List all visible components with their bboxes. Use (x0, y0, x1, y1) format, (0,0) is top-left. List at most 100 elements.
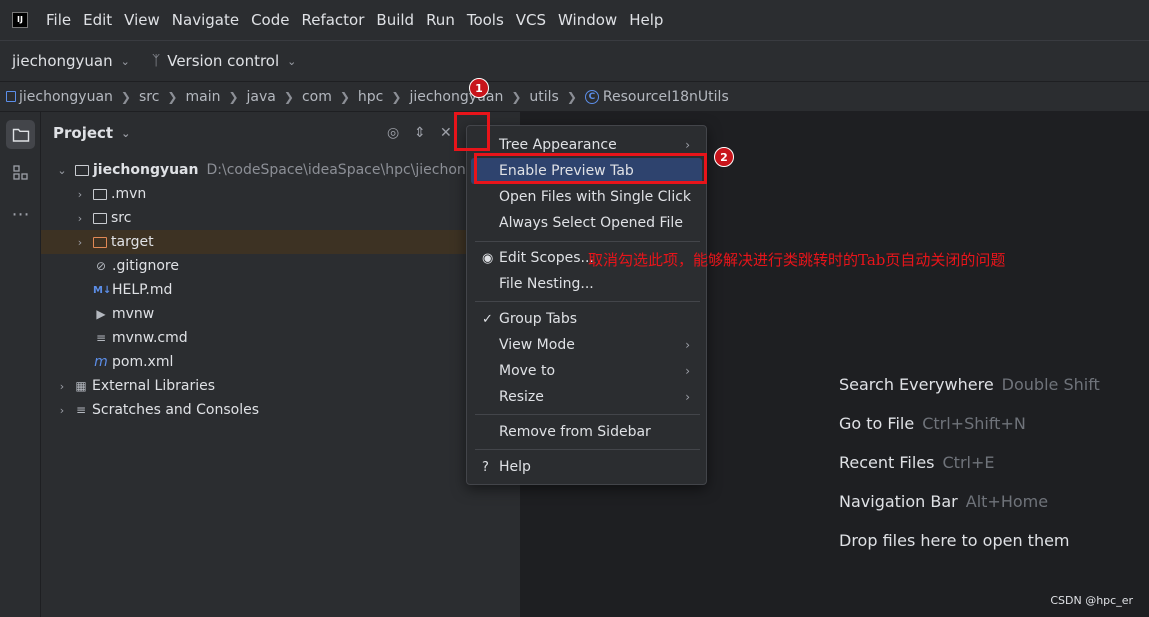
chevron-right-icon[interactable]: › (73, 236, 87, 249)
menu-item-label: View Mode (499, 337, 575, 353)
structure-tool-button[interactable] (6, 158, 35, 187)
menu-item-always-select[interactable]: Always Select Opened File (471, 210, 702, 236)
menu-code[interactable]: Code (251, 11, 289, 29)
tree-row-mvnw-cmd[interactable]: ≡ mvnw.cmd (41, 326, 521, 350)
version-control-label: Version control (167, 52, 280, 70)
branch-icon: ᛉ (151, 53, 161, 69)
menu-item-move-to[interactable]: Move to › (471, 358, 702, 384)
tree-item-label: HELP.md (112, 282, 173, 298)
breadcrumb-item[interactable]: hpc (358, 89, 383, 105)
menu-file[interactable]: File (46, 11, 71, 29)
breadcrumb-item[interactable]: jiechongyuan (409, 89, 503, 105)
project-panel-title-label: Project (53, 124, 114, 142)
menu-run[interactable]: Run (426, 11, 455, 29)
project-selector[interactable]: jiechongyuan ⌄ (12, 52, 130, 70)
watermark: CSDN @hpc_er (1050, 594, 1133, 607)
menu-item-file-nesting[interactable]: File Nesting... (471, 271, 702, 297)
menu-navigate[interactable]: Navigate (172, 11, 239, 29)
maven-icon: m (94, 354, 108, 370)
chevron-down-icon: ⌄ (121, 126, 131, 140)
menu-window[interactable]: Window (558, 11, 617, 29)
hint-navigation-bar: Navigation Bar Alt+Home (839, 492, 1048, 511)
breadcrumb-current-file[interactable]: ResourceI18nUtils (603, 89, 729, 105)
tool-window-strip: ⋯ (0, 112, 41, 617)
step-badge-1: 1 (469, 78, 489, 98)
hint-recent-files: Recent Files Ctrl+E (839, 453, 994, 472)
chevron-right-icon[interactable]: › (73, 188, 87, 201)
folder-icon (12, 128, 29, 142)
menu-item-help[interactable]: ? Help (471, 454, 702, 480)
menu-separator (475, 301, 700, 302)
breadcrumb-item[interactable]: src (139, 89, 159, 105)
project-tool-button[interactable] (6, 120, 35, 149)
menu-item-label: Remove from Sidebar (499, 424, 651, 440)
menu-refactor[interactable]: Refactor (301, 11, 364, 29)
hint-action: Navigation Bar (839, 492, 958, 511)
tree-row-mvn[interactable]: › .mvn (41, 182, 521, 206)
chevron-right-icon[interactable]: › (55, 380, 69, 393)
chevron-right-icon[interactable]: › (73, 212, 87, 225)
hint-shortcut: Ctrl+E (942, 453, 995, 472)
hint-shortcut: Ctrl+Shift+N (922, 414, 1026, 433)
scope-icon: ◉ (482, 250, 494, 266)
menu-item-group-tabs[interactable]: ✓ Group Tabs (471, 306, 702, 332)
hint-action: Drop files here to open them (839, 531, 1070, 550)
tree-root-row[interactable]: ⌄ jiechongyuan D:\codeSpace\ideaSpace\hp… (41, 158, 521, 182)
menu-help[interactable]: Help (629, 11, 663, 29)
version-control-selector[interactable]: ᛉ Version control ⌄ (152, 52, 297, 70)
tree-row-scratches[interactable]: › ≡ Scratches and Consoles (41, 398, 521, 422)
intellij-logo-icon[interactable]: IJ (12, 12, 28, 28)
tree-row-gitignore[interactable]: ⊘ .gitignore (41, 254, 521, 278)
step-badge-2: 2 (714, 147, 734, 167)
folder-icon (93, 212, 107, 224)
chevron-right-icon: › (685, 138, 690, 152)
locate-icon[interactable]: ◎ (387, 125, 399, 141)
breadcrumb-item[interactable]: jiechongyuan (19, 89, 113, 105)
hint-search-everywhere: Search Everywhere Double Shift (839, 375, 1100, 394)
menu-build[interactable]: Build (376, 11, 414, 29)
hint-drop-files: Drop files here to open them (839, 531, 1070, 550)
chevron-right-icon: ❯ (566, 89, 577, 104)
tree-row-mvnw[interactable]: ▶ mvnw (41, 302, 521, 326)
more-tools-icon[interactable]: ⋯ (6, 200, 35, 229)
menu-item-remove-sidebar[interactable]: Remove from Sidebar (471, 419, 702, 445)
chevron-down-icon: ⌄ (120, 54, 130, 68)
menu-view[interactable]: View (124, 11, 160, 29)
project-panel-title[interactable]: Project ⌄ (53, 124, 130, 142)
menu-item-view-mode[interactable]: View Mode › (471, 332, 702, 358)
project-tree: ⌄ jiechongyuan D:\codeSpace\ideaSpace\hp… (41, 158, 521, 422)
menu-item-open-single-click[interactable]: Open Files with Single Click (471, 184, 702, 210)
tree-item-label: pom.xml (112, 354, 174, 370)
tree-item-label: target (111, 234, 154, 250)
chevron-right-icon: ❯ (167, 89, 178, 104)
breadcrumb-item[interactable]: com (302, 89, 332, 105)
chevron-right-icon: › (685, 364, 690, 378)
chevron-right-icon[interactable]: › (55, 404, 69, 417)
hint-action: Go to File (839, 414, 915, 433)
chevron-right-icon: › (685, 390, 690, 404)
expand-all-icon[interactable]: ⇕ (414, 125, 426, 141)
menu-edit[interactable]: Edit (83, 11, 112, 29)
scratches-icon: ≡ (75, 403, 87, 417)
menu-item-resize[interactable]: Resize › (471, 384, 702, 410)
tree-row-src[interactable]: › src (41, 206, 521, 230)
markdown-icon: M↓ (93, 284, 112, 296)
hint-go-to-file: Go to File Ctrl+Shift+N (839, 414, 1026, 433)
collapse-all-icon[interactable]: ✕ (440, 125, 452, 141)
text-file-icon: ≡ (95, 331, 107, 345)
tree-row-pom[interactable]: m pom.xml (41, 350, 521, 374)
tree-row-target[interactable]: › target (41, 230, 521, 254)
breadcrumb-item[interactable]: main (185, 89, 220, 105)
menu-vcs[interactable]: VCS (516, 11, 546, 29)
chevron-down-icon[interactable]: ⌄ (55, 164, 69, 177)
menu-item-label: Resize (499, 389, 544, 405)
hint-shortcut: Alt+Home (965, 492, 1049, 511)
tree-item-label: mvnw.cmd (112, 330, 188, 346)
question-icon: ? (482, 459, 489, 475)
tree-row-help-md[interactable]: M↓ HELP.md (41, 278, 521, 302)
breadcrumb-item[interactable]: utils (529, 89, 558, 105)
menu-separator (475, 414, 700, 415)
breadcrumb-item[interactable]: java (247, 89, 276, 105)
tree-row-external-libraries[interactable]: › ▦ External Libraries (41, 374, 521, 398)
menu-tools[interactable]: Tools (467, 11, 504, 29)
